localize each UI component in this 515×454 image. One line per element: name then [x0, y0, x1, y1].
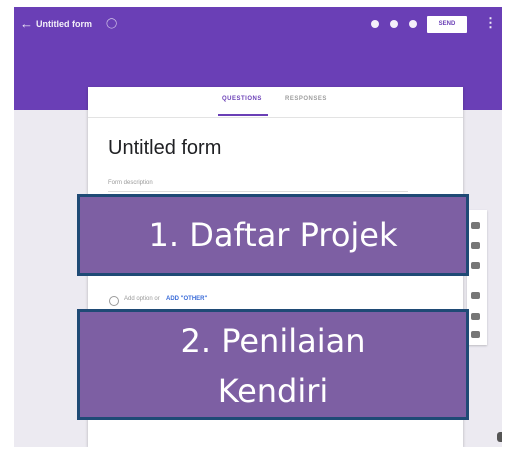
- top-bar: ← Untitled form ◯ SEND ⋮: [14, 15, 502, 39]
- import-icon[interactable]: [471, 242, 480, 249]
- tabs-bar: QUESTIONS RESPONSES: [88, 87, 463, 118]
- more-vert-icon[interactable]: ⋮: [484, 15, 497, 31]
- overlay-label-daftar-projek: 1. Daftar Projek: [77, 194, 469, 276]
- side-toolbar: [467, 210, 487, 345]
- send-button[interactable]: SEND: [427, 16, 467, 33]
- tabs-divider: [88, 117, 463, 118]
- overlay-line-2: Kendiri: [217, 372, 329, 410]
- preview-icon[interactable]: [390, 20, 398, 28]
- window-title[interactable]: Untitled form: [36, 19, 92, 29]
- form-description[interactable]: Form description: [108, 180, 153, 186]
- add-other-link[interactable]: ADD "OTHER": [166, 296, 207, 302]
- overlay-label-penilaian-kendiri: 2. Penilaian Kendiri: [77, 309, 469, 420]
- radio-circle-icon: [109, 296, 119, 306]
- form-title[interactable]: Untitled form: [108, 137, 221, 160]
- active-tab-indicator: [218, 114, 268, 116]
- overlay-line-1: 2. Penilaian: [180, 322, 366, 360]
- title-icon[interactable]: [471, 262, 480, 269]
- section-icon[interactable]: [471, 331, 480, 338]
- help-icon[interactable]: [497, 432, 502, 442]
- add-option-text[interactable]: Add option or: [124, 296, 160, 302]
- palette-icon[interactable]: [371, 20, 379, 28]
- tab-responses[interactable]: RESPONSES: [285, 96, 327, 102]
- tab-questions[interactable]: QUESTIONS: [222, 96, 262, 102]
- folder-icon[interactable]: ◯: [106, 18, 117, 29]
- back-arrow-icon[interactable]: ←: [20, 16, 33, 31]
- add-question-icon[interactable]: [471, 222, 480, 229]
- settings-icon[interactable]: [409, 20, 417, 28]
- divider: [108, 191, 408, 192]
- image-icon[interactable]: [471, 292, 480, 299]
- video-icon[interactable]: [471, 313, 480, 320]
